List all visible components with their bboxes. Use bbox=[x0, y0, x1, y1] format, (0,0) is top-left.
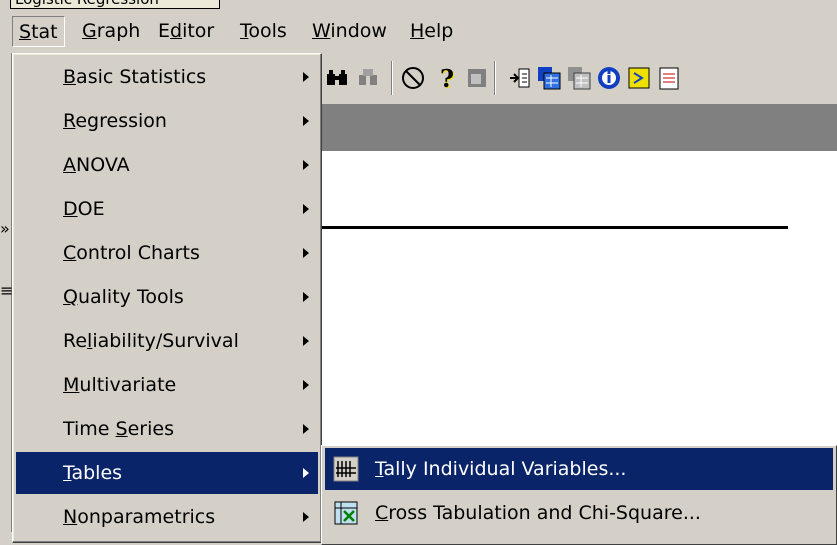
menu-window[interactable]: Window bbox=[306, 16, 393, 47]
insert-icon[interactable] bbox=[504, 63, 534, 93]
worksheet2-icon[interactable] bbox=[564, 63, 594, 93]
tables-item-tally[interactable]: Tally Individual Variables... bbox=[325, 448, 833, 490]
help-icon[interactable]: ? bbox=[432, 63, 462, 93]
submenu-arrow-icon bbox=[303, 292, 309, 302]
stat-item-regression[interactable]: Regression bbox=[16, 100, 318, 142]
submenu-arrow-icon bbox=[303, 380, 309, 390]
left-window-edge: » ≡ bbox=[0, 53, 13, 532]
cancel-icon[interactable] bbox=[398, 63, 428, 93]
submenu-arrow-icon bbox=[303, 468, 309, 478]
submenu-arrow-icon bbox=[303, 160, 309, 170]
stat-item-multivariate[interactable]: Multivariate bbox=[16, 364, 318, 406]
stat-item-reliability-survival[interactable]: Reliability/Survival bbox=[16, 320, 318, 362]
menu-graph[interactable]: Graph bbox=[76, 16, 146, 47]
submenu-arrow-icon bbox=[303, 512, 309, 522]
tables-submenu: Tally Individual Variables... Cross Tabu… bbox=[321, 445, 837, 545]
menubar: Stat Graph Editor Tools Window Help bbox=[0, 10, 837, 53]
submenu-arrow-icon bbox=[303, 248, 309, 258]
menu-tools[interactable]: Tools bbox=[234, 16, 293, 47]
window-title-strip: Logistic Regression bbox=[0, 0, 837, 10]
menu-editor[interactable]: Editor bbox=[152, 16, 220, 47]
menu-stat[interactable]: Stat bbox=[12, 16, 65, 47]
separator-line bbox=[322, 226, 788, 229]
history-icon[interactable] bbox=[624, 63, 654, 93]
stat-item-basic-statistics[interactable]: Basic Statistics bbox=[16, 56, 318, 98]
stat-item-doe[interactable]: DOE bbox=[16, 188, 318, 230]
submenu-arrow-icon bbox=[303, 72, 309, 82]
tally-icon bbox=[333, 456, 359, 482]
cross-tab-label: Cross Tabulation and Chi-Square... bbox=[375, 502, 701, 524]
stat-menu: Basic Statistics Regression ANOVA DOE Co… bbox=[12, 53, 322, 543]
stat-item-anova[interactable]: ANOVA bbox=[16, 144, 318, 186]
cross-tab-icon bbox=[334, 501, 358, 525]
binoculars-icon[interactable] bbox=[322, 63, 352, 93]
window-title: Logistic Regression bbox=[10, 0, 220, 9]
notepad-icon[interactable] bbox=[654, 63, 684, 93]
stat-item-quality-tools[interactable]: Quality Tools bbox=[16, 276, 318, 318]
submenu-arrow-icon bbox=[303, 204, 309, 214]
submenu-arrow-icon bbox=[303, 424, 309, 434]
tables-item-cross-tab[interactable]: Cross Tabulation and Chi-Square... bbox=[325, 492, 833, 534]
submenu-arrow-icon bbox=[303, 336, 309, 346]
info-icon[interactable] bbox=[594, 63, 624, 93]
worksheet-icon[interactable] bbox=[534, 63, 564, 93]
find-icon[interactable] bbox=[354, 63, 384, 93]
stat-item-time-series[interactable]: Time Series bbox=[16, 408, 318, 450]
tally-label: Tally Individual Variables... bbox=[375, 458, 627, 480]
stat-item-tables[interactable]: Tables bbox=[16, 452, 318, 494]
session-icon[interactable] bbox=[462, 63, 492, 93]
stat-item-control-charts[interactable]: Control Charts bbox=[16, 232, 318, 274]
submenu-arrow-icon bbox=[303, 116, 309, 126]
left-edge-marker: » bbox=[0, 219, 10, 238]
menu-help[interactable]: Help bbox=[404, 16, 459, 47]
